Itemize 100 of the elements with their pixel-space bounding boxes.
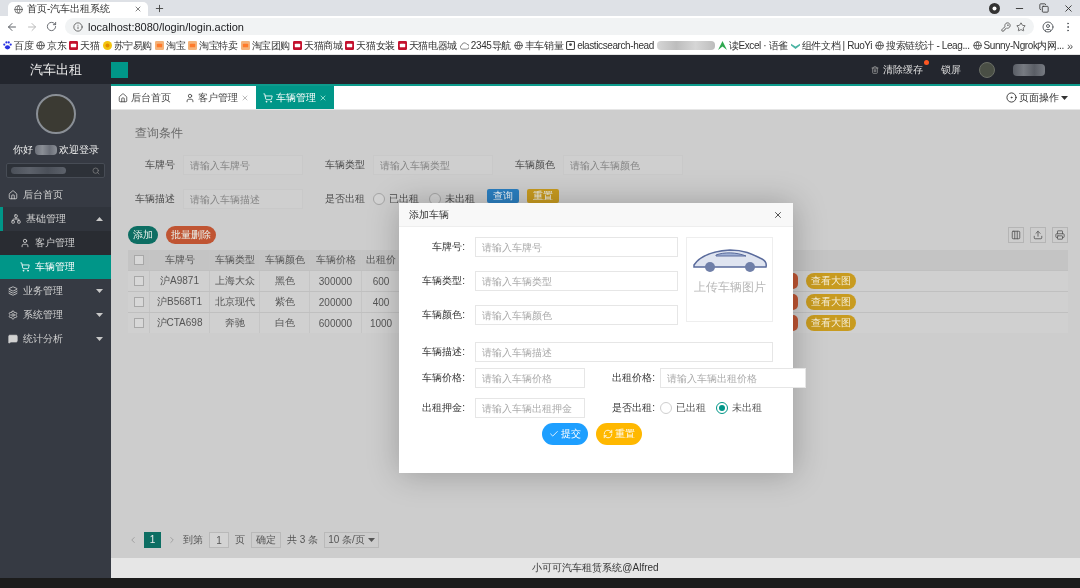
input-field[interactable]: 请输入车辆类型: [475, 271, 679, 291]
bookmark-link[interactable]: 淘宝团购: [240, 40, 291, 51]
bookmark-link[interactable]: Sunny-Ngrok内网...: [972, 40, 1064, 51]
info-icon[interactable]: [73, 21, 83, 32]
menu-item[interactable]: 业务管理: [0, 279, 111, 303]
input-field[interactable]: 请输入车辆描述: [475, 342, 773, 362]
export-button[interactable]: [1030, 227, 1046, 243]
bookmark-link[interactable]: 京东: [36, 40, 67, 51]
column-header: 车辆颜色: [264, 253, 305, 267]
toolbar-button[interactable]: 批量删除: [166, 226, 216, 244]
table-cell: 600: [372, 275, 390, 287]
input-field[interactable]: 请输入车辆颜色: [563, 155, 683, 175]
input-field[interactable]: 请输入车辆描述: [183, 189, 303, 209]
radio-option[interactable]: 已出租: [373, 192, 419, 206]
field-label: 车辆描述: [134, 192, 175, 206]
checkbox[interactable]: [133, 255, 144, 265]
more-bookmarks-button[interactable]: »: [1066, 39, 1077, 52]
close-icon[interactable]: [773, 209, 783, 220]
dialog-title: 添加车辆: [409, 207, 449, 222]
bookmark-link[interactable]: 丰车销量: [513, 40, 564, 51]
table-cell: 沪CTA698: [156, 316, 203, 330]
new-tab-icon[interactable]: [154, 2, 165, 14]
header-link[interactable]: 锁屏: [941, 62, 961, 77]
checkbox[interactable]: [133, 297, 144, 307]
bookmark-link[interactable]: 天猫: [69, 40, 100, 51]
checkbox[interactable]: [133, 276, 144, 286]
field-label: 出租押金:: [421, 401, 465, 415]
header-link[interactable]: 清除缓存: [871, 62, 923, 77]
bookmark-link[interactable]: 组件文档 | RuoYi: [790, 40, 873, 51]
menu-item[interactable]: 系统管理: [0, 303, 111, 327]
tile-logo-icon: [397, 41, 407, 50]
bookmark-link[interactable]: 2345导航: [459, 40, 511, 51]
field-label: 车辆颜色:: [421, 308, 465, 322]
radio-option[interactable]: 未出租: [716, 401, 762, 415]
page-input[interactable]: 1: [209, 532, 229, 548]
field-label: 车辆价格:: [421, 371, 465, 385]
input-field[interactable]: 请输入车牌号: [475, 237, 679, 257]
bookmark-link[interactable]: 百度: [3, 40, 34, 51]
toolbar-button[interactable]: 添加: [128, 226, 158, 244]
close-icon[interactable]: [1063, 2, 1074, 14]
radio-option[interactable]: 已出租: [660, 401, 706, 415]
print-button[interactable]: [1052, 227, 1068, 243]
bookmark-link[interactable]: 天猫女装: [345, 40, 395, 51]
input-field[interactable]: 请输入车辆类型: [373, 155, 493, 175]
caret-down-icon: [1061, 95, 1068, 100]
button-edge[interactable]: [793, 315, 798, 331]
button-edge[interactable]: [793, 273, 798, 289]
address-field[interactable]: localhost:8080/login/login.action: [65, 18, 1034, 35]
tile-logo-icon: [188, 41, 198, 50]
page-actions-button[interactable]: 页面操作: [994, 86, 1080, 109]
confirm-button[interactable]: 确定: [251, 532, 281, 548]
menu-toggle-button[interactable]: [111, 61, 128, 78]
bookmark-link[interactable]: 天猫商城: [293, 40, 343, 51]
bookmark-link[interactable]: elasticsearch-head: [566, 40, 654, 51]
globe-icon: [875, 41, 885, 50]
search-field[interactable]: [6, 163, 105, 178]
columns-button[interactable]: [1008, 227, 1024, 243]
star-icon[interactable]: [1016, 21, 1026, 32]
browser-tab[interactable]: 首页-汽车出租系统: [8, 2, 148, 16]
input-field[interactable]: 请输入车牌号: [183, 155, 303, 175]
page-tab[interactable]: 车辆管理: [256, 86, 334, 109]
refresh-icon: [602, 429, 613, 439]
close-icon[interactable]: [134, 5, 142, 13]
page-tab[interactable]: 后台首页: [111, 86, 178, 109]
reload-icon[interactable]: [46, 21, 57, 32]
table-cell: 北京现代: [214, 295, 255, 309]
bookmark-link[interactable]: 淘宝: [155, 40, 186, 51]
back-arrow-icon[interactable]: [6, 20, 18, 33]
page-button[interactable]: 1: [144, 532, 161, 548]
bookmark-link[interactable]: 苏宁易购: [102, 40, 152, 51]
restore-icon[interactable]: [1039, 3, 1049, 13]
checkbox[interactable]: [133, 318, 144, 328]
bookmark-link[interactable]: 淘宝特卖: [188, 40, 238, 51]
button-edge[interactable]: [793, 294, 798, 310]
menu-item[interactable]: 客户管理: [0, 231, 111, 255]
input-field[interactable]: 请输入车辆出租押金: [475, 398, 585, 418]
chevron-icon: [790, 41, 800, 50]
profile-icon[interactable]: [1042, 20, 1054, 33]
page-size-select[interactable]: 10 条/页: [324, 532, 379, 548]
key-icon[interactable]: [1001, 21, 1011, 32]
menu-item[interactable]: 基础管理: [0, 207, 111, 231]
bookmark-link[interactable]: 天猫电器城: [397, 40, 457, 51]
bookmark-link[interactable]: 读Excel · 语雀: [717, 40, 788, 51]
input-field[interactable]: 请输入车辆出租价格: [660, 368, 806, 388]
field-label: 车辆类型:: [421, 274, 465, 288]
record-icon[interactable]: [989, 2, 1000, 14]
table-cell: 200000: [318, 296, 353, 308]
menu-item[interactable]: 车辆管理: [0, 255, 111, 279]
query-button[interactable]: 查询: [487, 189, 519, 203]
app-logo-text: 汽车出租: [29, 60, 82, 79]
cart-icon: [20, 262, 30, 272]
avatar-placeholder[interactable]: [979, 61, 995, 78]
page-tab[interactable]: 客户管理: [178, 86, 256, 109]
menu-item[interactable]: 后台首页: [0, 183, 111, 207]
input-field[interactable]: 请输入车辆价格: [475, 368, 585, 388]
menu-item[interactable]: 统计分析: [0, 327, 111, 351]
bookmark-link[interactable]: 搜索链统计 - Leag...: [875, 40, 970, 51]
printer-icon: [1055, 230, 1065, 240]
input-field[interactable]: 请输入车辆颜色: [475, 305, 679, 325]
globe-icon: [972, 41, 982, 50]
